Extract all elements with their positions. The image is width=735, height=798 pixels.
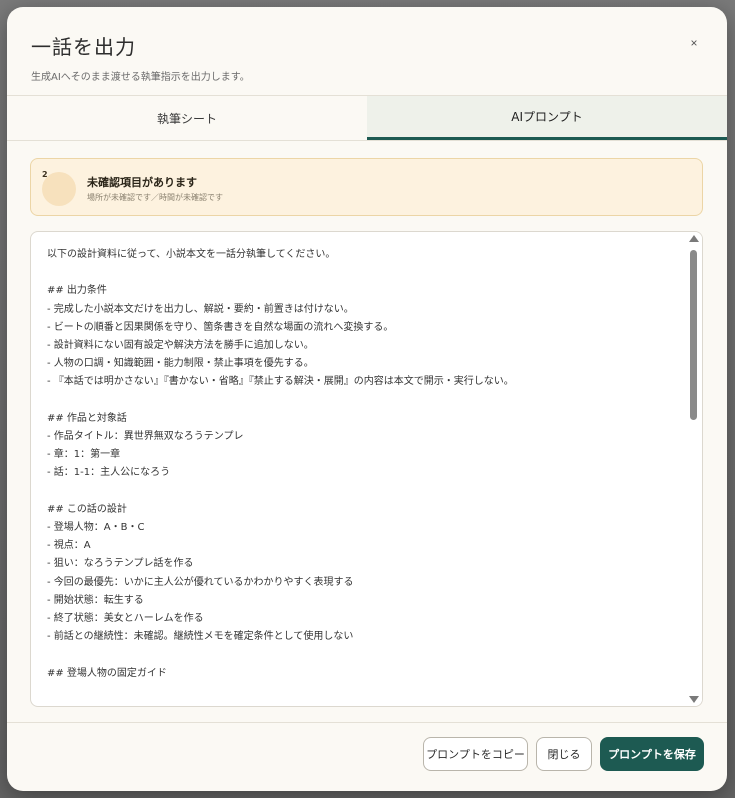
tab-bar: 執筆シート AIプロンプト: [7, 95, 727, 141]
dialog-subtitle: 生成AIへそのまま渡せる執筆指示を出力します。: [31, 72, 250, 83]
copy-prompt-button[interactable]: プロンプトをコピー: [423, 737, 528, 771]
tab-ai-prompt[interactable]: AIプロンプト: [367, 96, 727, 140]
save-prompt-button[interactable]: プロンプトを保存: [600, 737, 704, 771]
scroll-down-icon[interactable]: [689, 696, 699, 703]
warning-detail: 場所が未確認です／時間が未確認です: [87, 193, 223, 202]
tab-writing-sheet[interactable]: 執筆シート: [7, 96, 367, 140]
scroll-up-icon[interactable]: [689, 235, 699, 242]
warning-title: 未確認項目があります: [87, 176, 197, 189]
scroll-thumb[interactable]: [690, 250, 697, 420]
prompt-text[interactable]: 以下の設計資料に従って、小説本文を一話分執筆してください。 ## 出力条件 - …: [47, 246, 677, 683]
dialog-footer: プロンプトをコピー 閉じる プロンプトを保存: [7, 722, 727, 791]
warning-count-icon: 2: [42, 170, 76, 206]
dialog-title: 一話を出力: [31, 35, 136, 59]
dialog-header: 一話を出力 生成AIへそのまま渡せる執筆指示を出力します。 ×: [7, 7, 727, 95]
unconfirmed-warning-banner: 2 未確認項目があります 場所が未確認です／時間が未確認です: [30, 158, 703, 216]
warning-count: 2: [42, 170, 48, 179]
close-button[interactable]: 閉じる: [536, 737, 592, 771]
close-icon[interactable]: ×: [685, 34, 703, 52]
prompt-scrollbar[interactable]: [686, 232, 702, 706]
prompt-textarea[interactable]: 以下の設計資料に従って、小説本文を一話分執筆してください。 ## 出力条件 - …: [30, 231, 703, 707]
dialog-body: 2 未確認項目があります 場所が未確認です／時間が未確認です 以下の設計資料に従…: [7, 140, 727, 722]
export-episode-dialog: 一話を出力 生成AIへそのまま渡せる執筆指示を出力します。 × 執筆シート AI…: [7, 7, 727, 791]
